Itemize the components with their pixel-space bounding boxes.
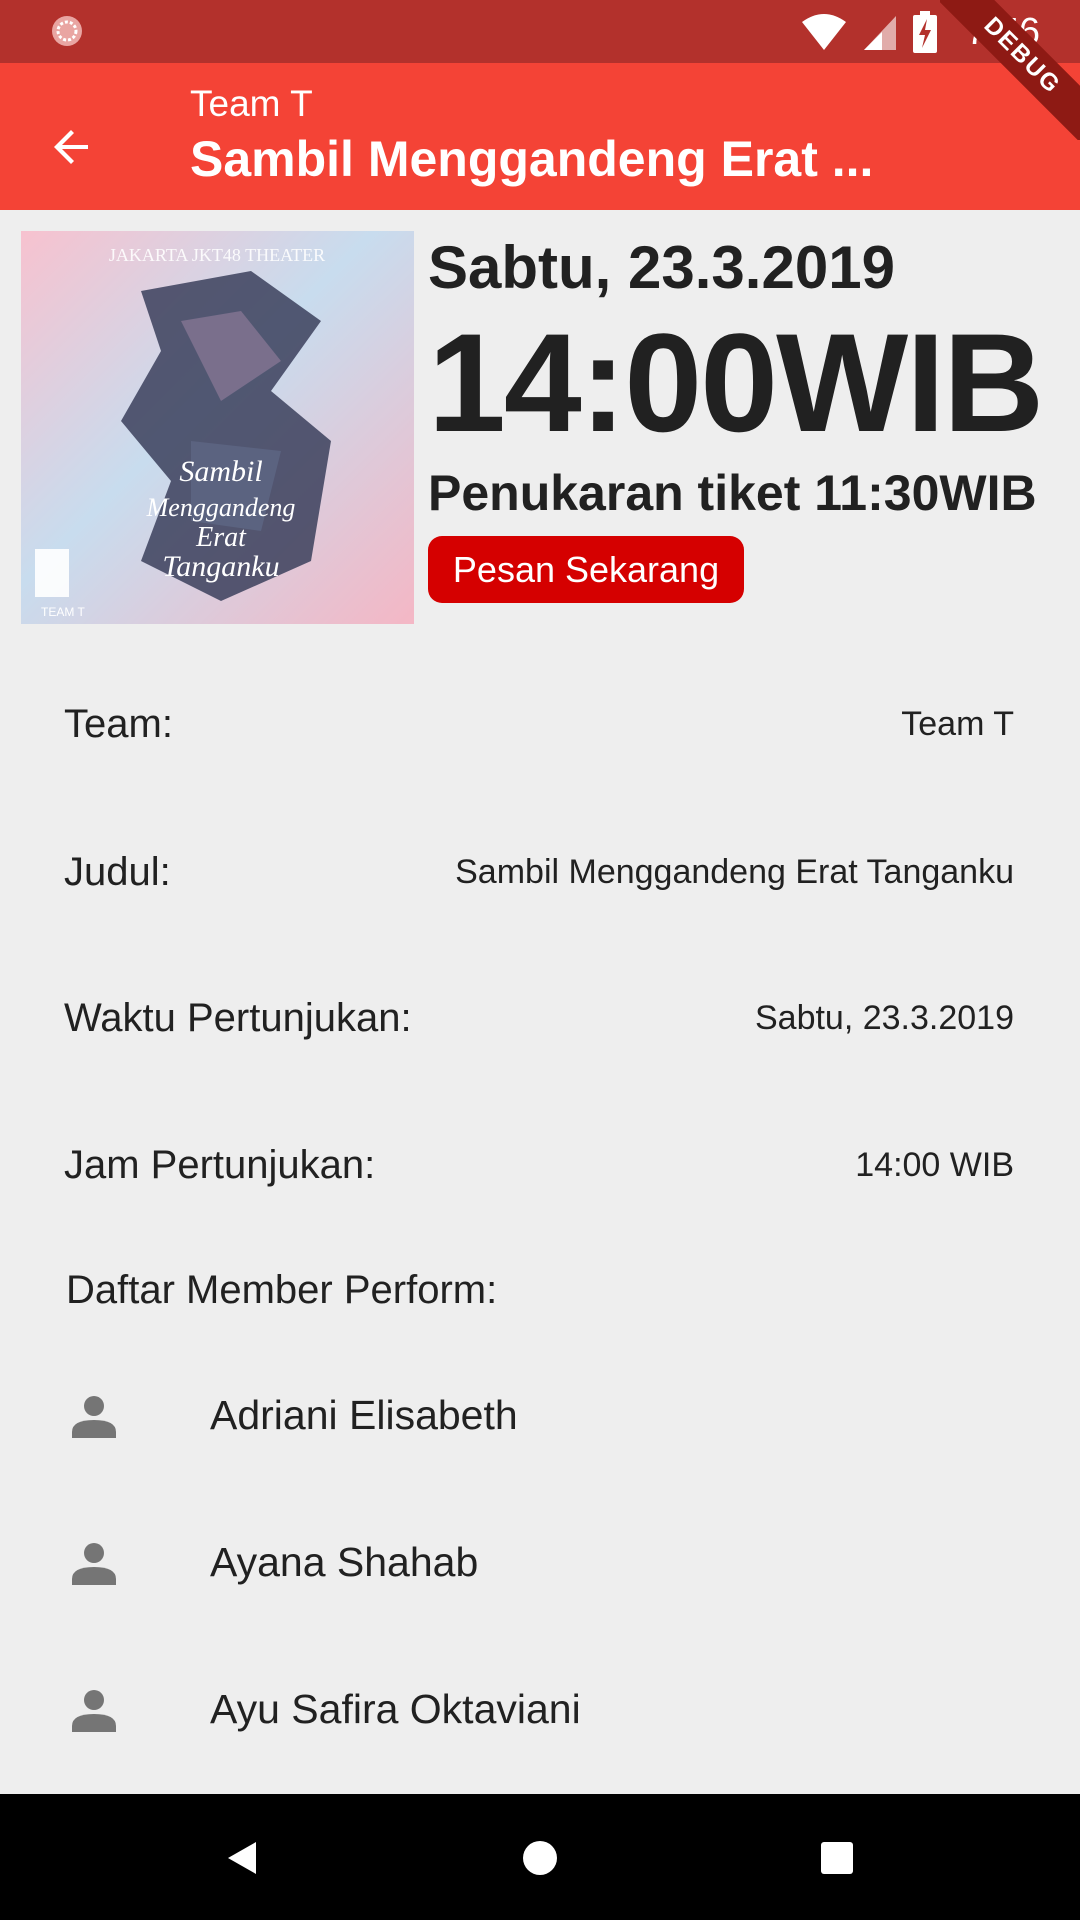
poster-footer-text: TEAM T bbox=[41, 605, 85, 619]
detail-value: Sambil Menggandeng Erat Tanganku bbox=[455, 852, 1014, 891]
show-poster: JAKARTA JKT48 THEATER Sambil Menggandeng… bbox=[21, 231, 414, 624]
detail-label: Jam Pertunjukan: bbox=[64, 1142, 376, 1187]
recents-square-icon bbox=[821, 1842, 853, 1874]
members-heading: Daftar Member Perform: bbox=[66, 1268, 498, 1312]
svg-text:Erat: Erat bbox=[195, 522, 247, 553]
system-nav-bar bbox=[0, 1794, 1080, 1920]
app-bar: Team T Sambil Menggandeng Erat ... bbox=[0, 63, 1080, 210]
member-list-item[interactable]: Ayana Shahab bbox=[0, 1517, 1080, 1607]
member-name: Adriani Elisabeth bbox=[210, 1392, 518, 1438]
app-bar-title: Sambil Menggandeng Erat ... bbox=[190, 131, 874, 187]
debug-banner: DEBUG bbox=[940, 0, 1080, 140]
app-notification-icon bbox=[52, 16, 82, 46]
detail-value: Team T bbox=[901, 704, 1014, 743]
order-now-button[interactable]: Pesan Sekarang bbox=[428, 536, 744, 603]
svg-text:Sambil: Sambil bbox=[179, 455, 262, 488]
member-name: Ayu Safira Oktaviani bbox=[210, 1686, 581, 1732]
home-circle-icon bbox=[523, 1841, 557, 1875]
detail-label: Waktu Pertunjukan: bbox=[64, 995, 412, 1040]
detail-value: Sabtu, 23.3.2019 bbox=[754, 998, 1014, 1037]
show-date: Sabtu, 23.3.2019 bbox=[428, 234, 895, 301]
app-bar-subtitle: Team T bbox=[190, 83, 313, 124]
detail-label: Team: bbox=[64, 701, 173, 746]
nav-recents-button[interactable] bbox=[813, 1834, 861, 1882]
detail-row-show-date: Waktu Pertunjukan: Sabtu, 23.3.2019 bbox=[64, 988, 1014, 1048]
back-button[interactable] bbox=[30, 105, 114, 189]
member-list-item[interactable]: Ayu Safira Oktaviani bbox=[0, 1664, 1080, 1754]
wifi-icon bbox=[802, 14, 847, 50]
detail-row-show-time: Jam Pertunjukan: 14:00 WIB bbox=[64, 1135, 1014, 1195]
status-bar: 7:56 bbox=[0, 0, 1080, 63]
svg-text:Menggandeng: Menggandeng bbox=[146, 493, 296, 522]
svg-text:Tanganku: Tanganku bbox=[162, 550, 279, 583]
detail-row-title: Judul: Sambil Menggandeng Erat Tanganku bbox=[64, 842, 1014, 902]
detail-value: 14:00 WIB bbox=[855, 1145, 1014, 1184]
detail-row-team: Team: Team T bbox=[64, 694, 1014, 754]
cellular-signal-icon bbox=[864, 16, 897, 50]
person-icon bbox=[72, 1690, 116, 1732]
poster-image: JAKARTA JKT48 THEATER Sambil Menggandeng… bbox=[35, 245, 331, 619]
debug-banner-label: DEBUG bbox=[940, 0, 1080, 140]
show-time: 14:00WIB bbox=[428, 304, 1044, 461]
nav-home-button[interactable] bbox=[516, 1834, 564, 1882]
detail-label: Judul: bbox=[64, 849, 171, 894]
arrow-back-icon bbox=[54, 130, 88, 164]
member-list-item[interactable]: Adriani Elisabeth bbox=[0, 1370, 1080, 1460]
nav-back-button[interactable] bbox=[218, 1834, 266, 1882]
ticket-exchange-time: Penukaran tiket 11:30WIB bbox=[428, 465, 1037, 521]
person-icon bbox=[72, 1543, 116, 1585]
back-triangle-icon bbox=[228, 1842, 256, 1874]
person-icon bbox=[72, 1396, 116, 1438]
poster-header-text: JAKARTA JKT48 THEATER bbox=[109, 245, 325, 265]
member-name: Ayana Shahab bbox=[210, 1539, 479, 1585]
battery-charging-icon bbox=[913, 11, 938, 53]
